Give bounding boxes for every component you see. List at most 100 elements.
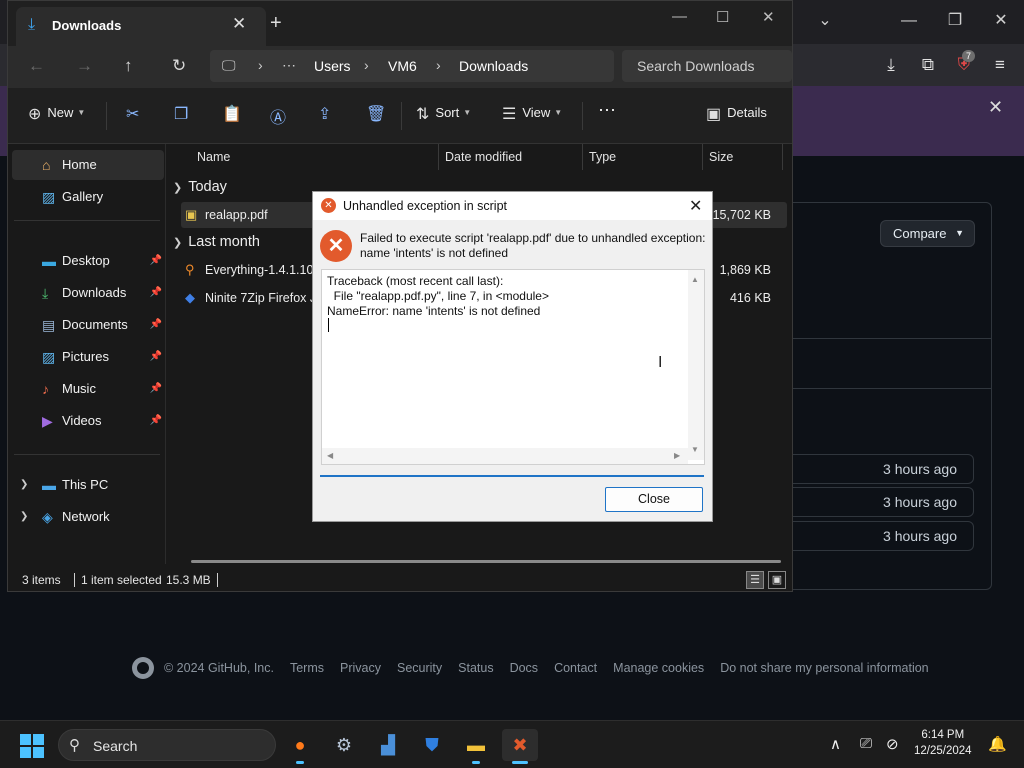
tab-downloads[interactable]: ⤓ Downloads ✕: [16, 7, 266, 46]
rename-icon[interactable]: Ⓐ: [270, 104, 286, 128]
sidebar-item-gallery[interactable]: ▨ Gallery: [12, 182, 164, 212]
photos-icon[interactable]: ▟: [370, 729, 406, 761]
chevron-right-icon[interactable]: ❯: [20, 470, 28, 500]
list-item[interactable]: 3 hours ago: [792, 454, 974, 484]
view-button[interactable]: ☰ View ▼: [502, 104, 562, 124]
horizontal-scrollbar[interactable]: ◀ ▶: [322, 448, 688, 464]
search-input[interactable]: [622, 50, 792, 82]
horizontal-scrollbar[interactable]: [191, 560, 781, 563]
new-button[interactable]: ⊕ New ▼: [28, 104, 85, 124]
tiles-view-icon[interactable]: ▣: [768, 571, 786, 589]
sort-button[interactable]: ⇅ Sort ▼: [416, 104, 471, 124]
scroll-down-icon[interactable]: ▼: [691, 445, 699, 454]
clock[interactable]: 6:14 PM 12/25/2024: [914, 727, 972, 759]
minimize-button[interactable]: —: [672, 8, 687, 25]
breadcrumb-downloads[interactable]: Downloads: [459, 58, 528, 74]
sidebar-item-this-pc[interactable]: ❯ ▬ This PC: [12, 470, 164, 500]
close-button[interactable]: Close: [605, 487, 703, 512]
column-header-date[interactable]: Date modified: [445, 150, 522, 164]
pin-icon[interactable]: 📌: [150, 342, 162, 372]
volume-muted-icon[interactable]: ⊘: [886, 735, 899, 753]
column-header-name[interactable]: Name: [197, 150, 230, 164]
sidebar-item-music[interactable]: ♪ Music 📌: [12, 374, 164, 404]
close-icon[interactable]: ✕: [232, 14, 246, 34]
group-header-today[interactable]: ❯ Today: [173, 179, 227, 195]
minimize-button[interactable]: —: [896, 10, 922, 32]
compare-button[interactable]: Compare ▼: [880, 220, 975, 247]
search-box[interactable]: [622, 50, 792, 82]
sidebar-item-videos[interactable]: ▶ Videos 📌: [12, 406, 164, 436]
sidebar-item-pictures[interactable]: ▨ Pictures 📌: [12, 342, 164, 372]
details-view-icon[interactable]: ☰: [746, 571, 764, 589]
footer-link-do-not-share[interactable]: Do not share my personal information: [720, 661, 928, 675]
menu-icon[interactable]: ≡: [988, 54, 1012, 76]
details-button[interactable]: ▣ Details: [706, 104, 767, 124]
chevron-right-icon[interactable]: ❯: [20, 502, 28, 532]
footer-link-docs[interactable]: Docs: [510, 661, 538, 675]
back-arrow-icon[interactable]: ←: [28, 56, 45, 76]
network-status-icon[interactable]: ⎚: [860, 735, 872, 752]
download-icon[interactable]: ⤓: [879, 54, 903, 76]
pin-icon[interactable]: 📌: [150, 310, 162, 340]
footer-link-status[interactable]: Status: [458, 661, 493, 675]
traceback-textbox[interactable]: Traceback (most recent call last): File …: [321, 269, 705, 465]
sidebar-item-network[interactable]: ❯ ◈ Network: [12, 502, 164, 532]
sidebar-item-home[interactable]: ⌂ Home: [12, 150, 164, 180]
refresh-icon[interactable]: ↻: [172, 56, 186, 76]
scroll-up-icon[interactable]: ▲: [691, 275, 699, 284]
column-header-type[interactable]: Type: [589, 150, 616, 164]
close-browser-button[interactable]: ✕: [988, 10, 1014, 32]
scroll-right-icon[interactable]: ▶: [674, 451, 680, 460]
more-locations-icon[interactable]: ⋯: [282, 57, 296, 74]
delete-icon[interactable]: 🗑: [366, 104, 386, 124]
list-item[interactable]: 3 hours ago: [792, 521, 974, 551]
close-icon[interactable]: ✕: [689, 196, 702, 216]
share-icon[interactable]: ⇪: [318, 104, 331, 124]
chevron-up-icon[interactable]: ∧: [830, 735, 841, 753]
chevron-down-icon[interactable]: ⌄: [812, 10, 838, 32]
group-header-last-month[interactable]: ❯ Last month: [173, 234, 260, 250]
sidebar-item-documents[interactable]: ▤ Documents 📌: [12, 310, 164, 340]
notification-bell-icon[interactable]: 🔔: [988, 735, 1007, 753]
settings-gear-icon[interactable]: ⚙: [326, 729, 362, 761]
up-arrow-icon[interactable]: ↑: [124, 56, 133, 76]
extensions-icon[interactable]: ⧉: [916, 54, 940, 76]
vertical-scrollbar[interactable]: ▲ ▼: [688, 270, 704, 460]
pin-icon[interactable]: 📌: [150, 374, 162, 404]
windows-start-icon[interactable]: [20, 734, 44, 758]
footer-link-privacy[interactable]: Privacy: [340, 661, 381, 675]
restore-button[interactable]: ❐: [942, 10, 968, 32]
breadcrumb-users[interactable]: Users: [314, 58, 351, 74]
cut-icon[interactable]: ✂: [126, 104, 139, 124]
footer-link-terms[interactable]: Terms: [290, 661, 324, 675]
close-icon[interactable]: ✕: [988, 97, 1003, 118]
more-options-icon[interactable]: ⋯: [598, 100, 616, 121]
add-tab-icon[interactable]: +: [270, 12, 282, 35]
sort-label: Sort: [435, 105, 460, 120]
sidebar-item-downloads[interactable]: ⤓ Downloads 📌: [12, 278, 164, 308]
desktop-icon: ▬: [42, 253, 56, 269]
pin-icon[interactable]: 📌: [150, 246, 162, 276]
pin-icon[interactable]: 📌: [150, 406, 162, 436]
copy-icon[interactable]: ❐: [174, 104, 188, 124]
error-app-icon[interactable]: ✖: [502, 729, 538, 764]
column-header-size[interactable]: Size: [709, 150, 733, 164]
paste-icon[interactable]: 📋: [222, 104, 242, 124]
file-explorer-icon[interactable]: ▬: [458, 729, 494, 764]
taskbar-search[interactable]: ⚲ Search: [58, 729, 276, 761]
footer-link-security[interactable]: Security: [397, 661, 442, 675]
breadcrumb-vm6[interactable]: VM6: [388, 58, 417, 74]
address-bar[interactable]: 🖵 › ⋯ Users › VM6 › Downloads: [210, 50, 614, 82]
videos-icon: ▶: [42, 413, 53, 429]
defender-shield-icon[interactable]: ⛊: [414, 729, 450, 761]
forward-arrow-icon[interactable]: →: [76, 56, 93, 76]
firefox-icon[interactable]: ●: [282, 729, 318, 764]
footer-link-cookies[interactable]: Manage cookies: [613, 661, 704, 675]
footer-link-contact[interactable]: Contact: [554, 661, 597, 675]
list-item[interactable]: 3 hours ago: [792, 487, 974, 517]
close-window-button[interactable]: ✕: [762, 8, 775, 26]
maximize-button[interactable]: ☐: [716, 8, 729, 26]
pin-icon[interactable]: 📌: [150, 278, 162, 308]
sidebar-item-desktop[interactable]: ▬ Desktop 📌: [12, 246, 164, 276]
scroll-left-icon[interactable]: ◀: [327, 451, 333, 460]
